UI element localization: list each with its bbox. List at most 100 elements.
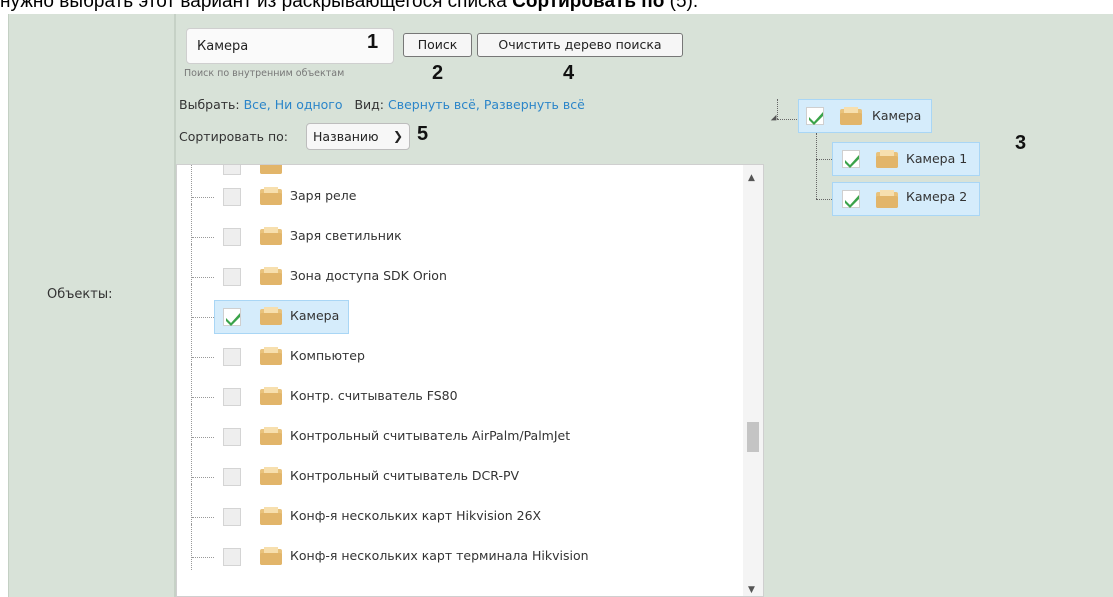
vertical-scrollbar[interactable]: ▲ ▼ xyxy=(743,165,763,596)
checkbox-checked[interactable] xyxy=(842,190,860,208)
tree-line xyxy=(192,237,214,238)
list-item-label: Контр. считыватель FS80 xyxy=(290,388,458,403)
checkbox[interactable] xyxy=(223,548,241,566)
checkbox[interactable] xyxy=(223,165,241,175)
list-item-label: Конф-я нескольких карт Hikvision 26X xyxy=(290,508,542,523)
list-item[interactable]: Камера xyxy=(177,284,737,334)
collapse-all-link[interactable]: Свернуть всё, xyxy=(388,97,480,112)
object-list[interactable]: Заря реле Заря светильник Зона доступа SDK… xyxy=(176,164,764,597)
search-button[interactable]: Поиск xyxy=(403,33,472,57)
result-root-label: Камера xyxy=(872,108,922,123)
folder-icon xyxy=(259,546,283,566)
list-item-label: Компьютер xyxy=(290,348,365,363)
sort-label: Сортировать по: xyxy=(179,129,288,144)
list-item-partial xyxy=(177,165,737,179)
checkbox[interactable] xyxy=(223,468,241,486)
checkbox[interactable] xyxy=(223,268,241,286)
checkbox[interactable] xyxy=(223,348,241,366)
checkbox[interactable] xyxy=(223,188,241,206)
folder-icon xyxy=(259,506,283,526)
tree-line xyxy=(192,517,214,518)
list-item-label: Контрольный считыватель AirPalm/PalmJet xyxy=(290,428,571,443)
tree-line xyxy=(192,277,214,278)
tree-line xyxy=(777,119,797,120)
check-icon xyxy=(809,112,823,125)
callout-5: 5 xyxy=(417,123,429,145)
select-view-row: Выбрать: Все, Ни одного Вид: Свернуть вс… xyxy=(179,97,585,112)
list-item[interactable]: Конф-я нескольких карт Hikvision 26X xyxy=(177,484,737,530)
tree-line xyxy=(816,199,832,200)
list-item[interactable]: Конф-я нескольких карт терминала Hikvisi… xyxy=(177,524,737,570)
folder-icon xyxy=(259,226,283,246)
callout-3: 3 xyxy=(1015,132,1027,154)
callout-4: 4 xyxy=(563,62,575,84)
caption-bold: Сортировать по xyxy=(512,0,665,12)
list-item[interactable]: Заря светильник xyxy=(177,204,737,250)
folder-icon xyxy=(259,186,283,206)
list-item[interactable]: Зона доступа SDK Orion xyxy=(177,244,737,290)
sort-select[interactable]: Названию ❯ xyxy=(306,123,410,150)
scroll-down-icon[interactable]: ▼ xyxy=(748,585,755,595)
result-child-label: Камера 1 xyxy=(906,151,968,166)
objects-label: Объекты: xyxy=(47,287,113,302)
chevron-down-icon: ❯ xyxy=(392,129,403,143)
callout-2: 2 xyxy=(432,62,444,84)
check-icon xyxy=(845,155,859,168)
search-input[interactable] xyxy=(186,28,394,64)
tree-line xyxy=(192,397,214,398)
folder-icon xyxy=(259,306,283,326)
list-item-label: Конф-я нескольких карт терминала Hikvisi… xyxy=(290,548,589,563)
list-item-label: Заря светильник xyxy=(290,228,402,243)
search-hint: Поиск по внутренним объектам xyxy=(184,68,345,79)
callout-1: 1 xyxy=(367,31,379,53)
tree-line xyxy=(191,524,192,570)
folder-icon xyxy=(259,386,283,406)
scroll-thumb[interactable] xyxy=(747,422,759,452)
checkbox[interactable] xyxy=(223,508,241,526)
sort-selected-value: Названию xyxy=(313,129,379,144)
list-item-label: Контрольный считыватель DCR-PV xyxy=(290,468,520,483)
tree-line xyxy=(192,477,214,478)
checkbox-checked[interactable] xyxy=(842,150,860,168)
select-label: Выбрать: xyxy=(179,97,240,112)
caption-prefix: нужно выбрать этот вариант из раскрывающ… xyxy=(0,0,513,12)
list-item[interactable]: Контрольный считыватель AirPalm/PalmJet xyxy=(177,404,737,450)
folder-icon xyxy=(259,346,283,366)
tree-line xyxy=(192,557,214,558)
tree-line xyxy=(816,133,817,199)
clear-tree-button[interactable]: Очистить дерево поиска xyxy=(477,33,683,57)
list-item[interactable]: Заря реле xyxy=(177,165,737,210)
check-icon xyxy=(845,195,859,208)
folder-icon xyxy=(876,150,898,168)
folder-icon xyxy=(840,107,862,125)
checkbox-checked[interactable] xyxy=(223,308,241,326)
folder-icon xyxy=(259,426,283,446)
result-child-label: Камера 2 xyxy=(906,189,968,204)
caption-suffix: (5). xyxy=(664,0,699,12)
checkbox-checked[interactable] xyxy=(806,107,824,125)
tree-line xyxy=(192,357,214,358)
checkbox[interactable] xyxy=(223,228,241,246)
list-item[interactable]: Контр. считыватель FS80 xyxy=(177,364,737,410)
list-item-label: Заря реле xyxy=(290,188,357,203)
tree-line xyxy=(816,159,832,160)
select-none-link[interactable]: Ни одного xyxy=(275,97,343,112)
tree-line xyxy=(192,197,214,198)
tree-line xyxy=(192,317,214,318)
list-item[interactable]: Компьютер xyxy=(177,324,737,370)
tree-line xyxy=(192,437,214,438)
scroll-up-icon[interactable]: ▲ xyxy=(748,173,755,183)
folder-icon xyxy=(260,165,282,174)
folder-icon xyxy=(259,466,283,486)
caption-text: нужно выбрать этот вариант из раскрывающ… xyxy=(0,0,1113,13)
checkbox[interactable] xyxy=(223,388,241,406)
list-item-label: Зона доступа SDK Orion xyxy=(290,268,447,283)
list-item[interactable]: Контрольный считыватель DCR-PV xyxy=(177,444,737,490)
folder-icon xyxy=(259,266,283,286)
select-all-link[interactable]: Все, xyxy=(244,97,271,112)
checkbox[interactable] xyxy=(223,428,241,446)
folder-icon xyxy=(876,190,898,208)
expand-all-link[interactable]: Развернуть всё xyxy=(484,97,585,112)
view-label: Вид: xyxy=(354,97,385,112)
list-item-label: Камера xyxy=(290,308,340,323)
